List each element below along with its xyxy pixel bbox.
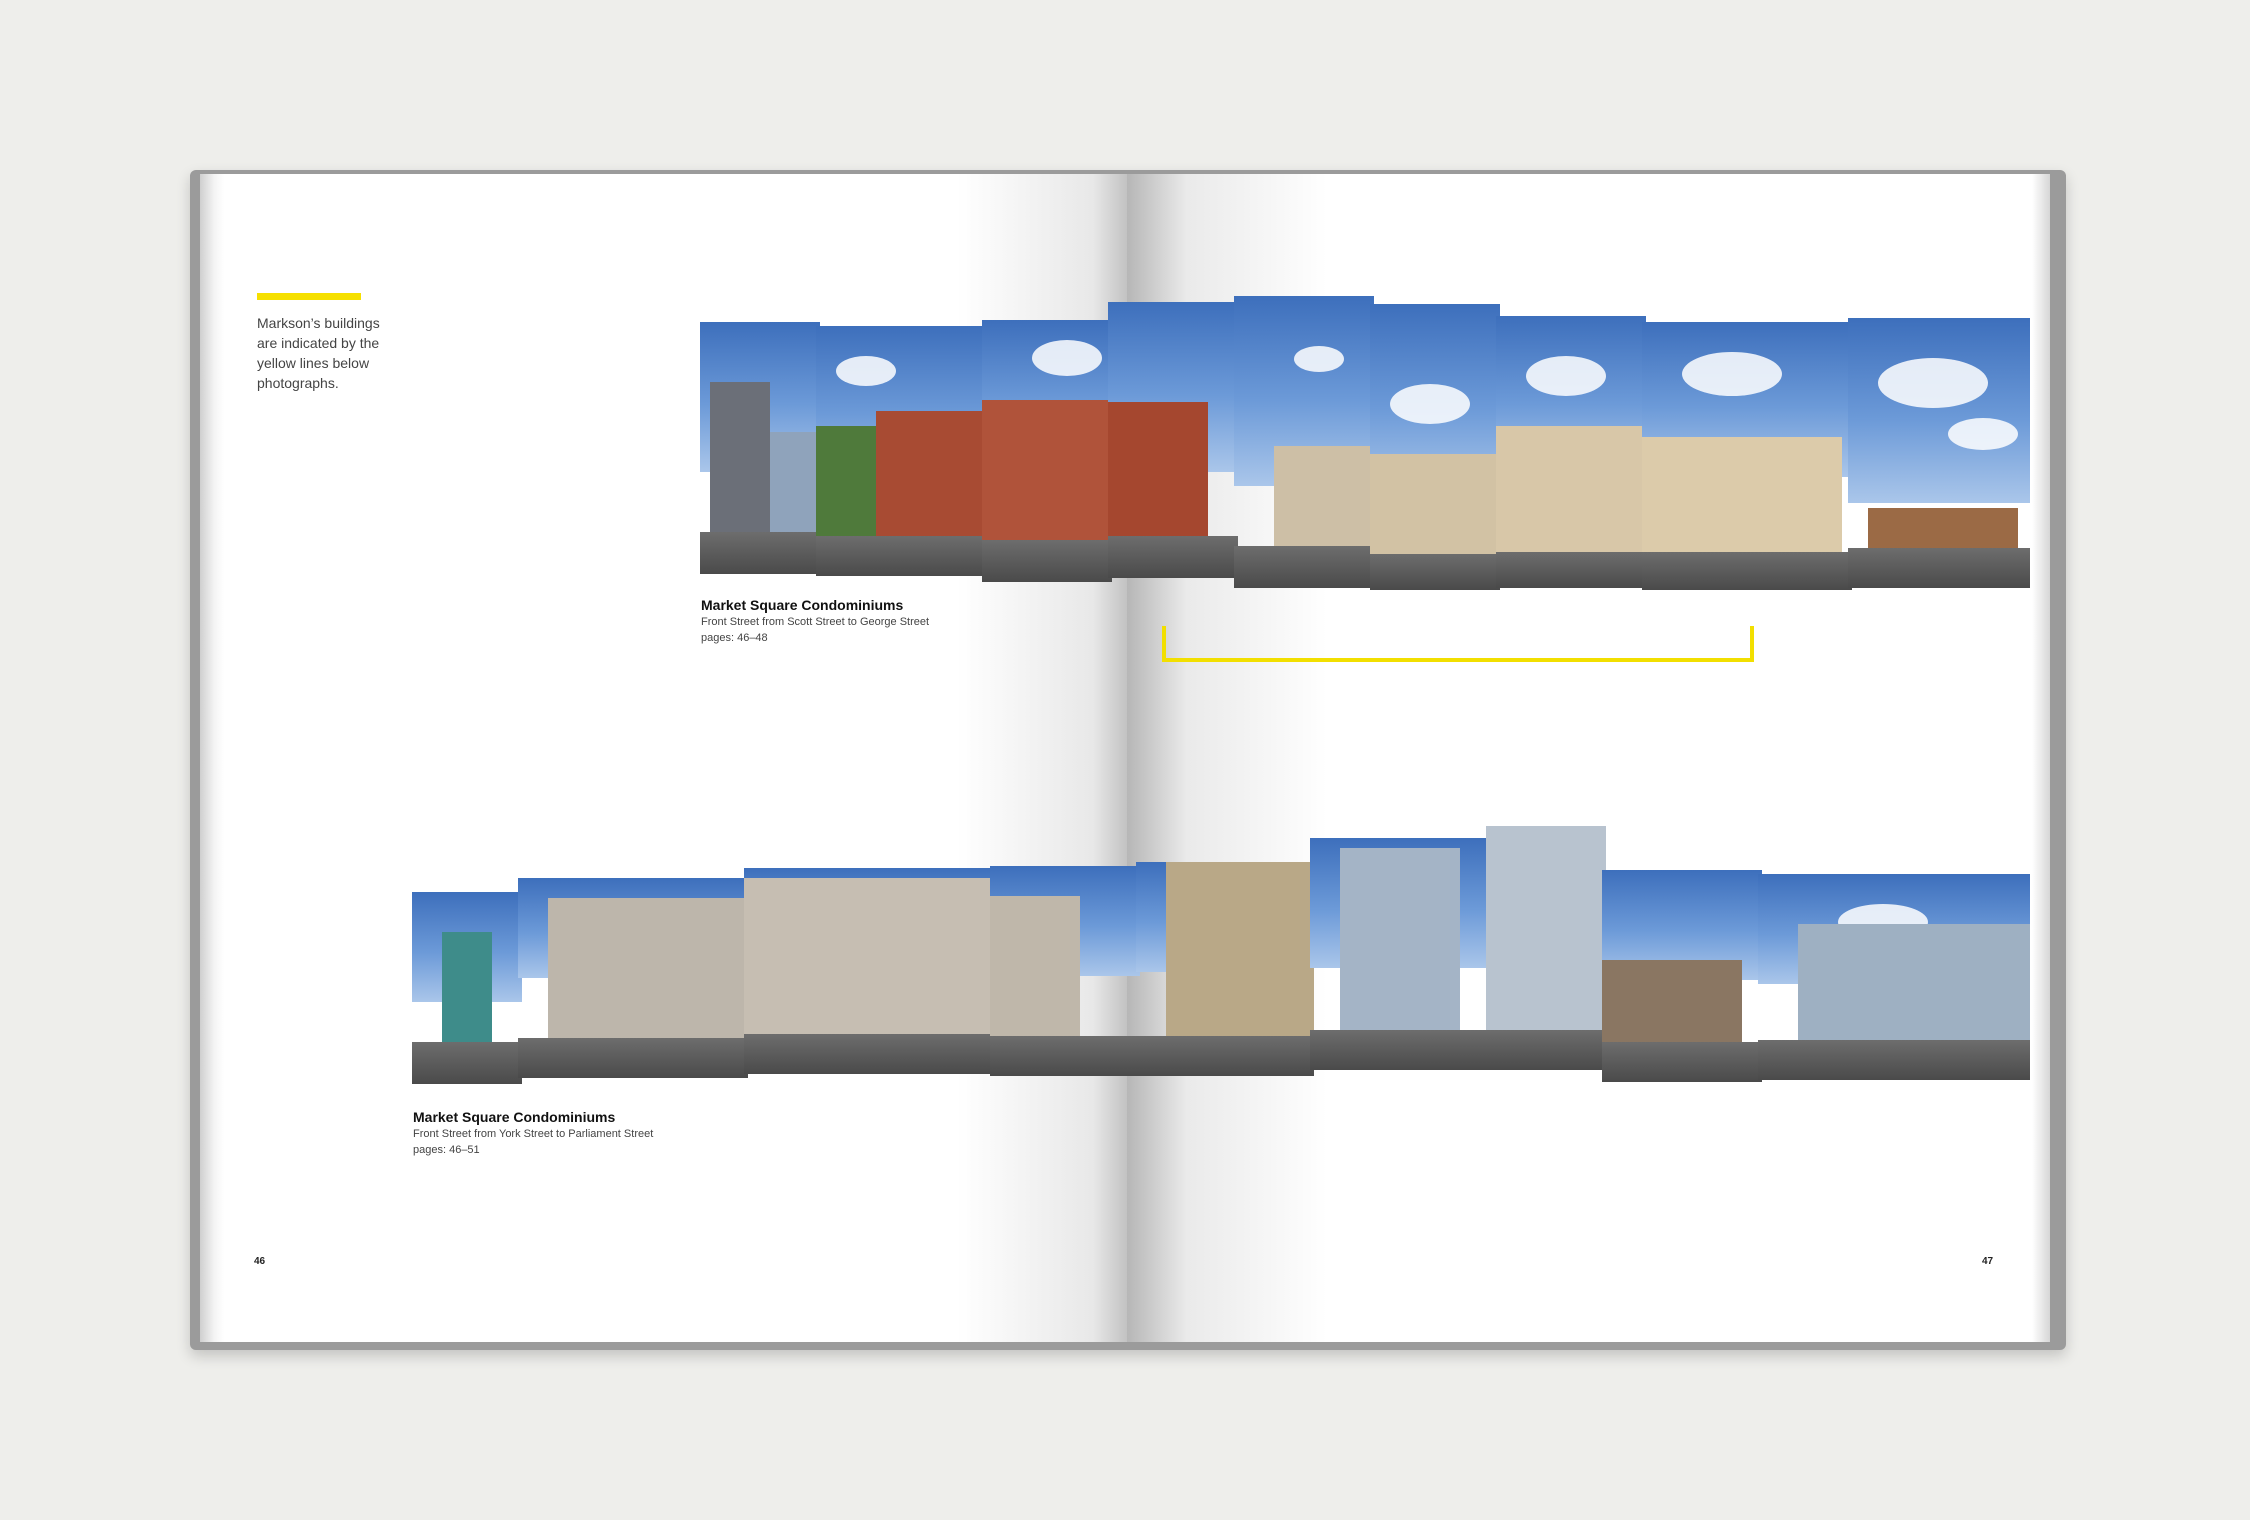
caption-pages: pages: 46–48 — [701, 632, 768, 644]
photo-tile — [1370, 304, 1500, 590]
photo-tile — [1310, 838, 1490, 1070]
intro-text: Markson’s buildings are indicated by the… — [257, 313, 417, 393]
panorama-photo-top — [700, 296, 2030, 592]
caption-title: Market Square Condominiums — [413, 1109, 616, 1125]
caption-bottom: Market Square Condominiums Front Street … — [413, 1108, 653, 1158]
photo-tile — [1234, 296, 1374, 588]
photo-tile — [982, 320, 1112, 582]
photo-tile — [1848, 318, 2030, 588]
caption-title: Market Square Condominiums — [701, 597, 904, 613]
page-number-left: 46 — [254, 1256, 266, 1267]
intro-line: photographs. — [257, 375, 339, 391]
photo-tile — [1496, 316, 1646, 588]
photo-tile — [700, 322, 820, 574]
caption-pages: pages: 46–51 — [413, 1144, 480, 1156]
intro-line: are indicated by the — [257, 335, 380, 351]
panorama-photo-bottom — [412, 826, 2030, 1088]
photo-tile — [1108, 302, 1238, 578]
caption-subtitle: Front Street from Scott Street to George… — [701, 616, 930, 628]
caption-subtitle: Front Street from York Street to Parliam… — [413, 1128, 654, 1140]
accent-rule — [257, 293, 361, 300]
markson-building-marker-top — [1162, 626, 1754, 662]
photo-tile — [1758, 874, 2030, 1080]
intro-line: yellow lines below — [257, 355, 370, 371]
photo-tile — [1486, 826, 1606, 1070]
page-number-right: 47 — [1982, 1256, 1994, 1267]
photo-tile — [412, 892, 522, 1084]
photo-tile — [1602, 870, 1762, 1082]
photo-tile — [990, 866, 1140, 1076]
photo-tile — [816, 326, 986, 576]
intro-line: Markson’s buildings — [257, 315, 380, 331]
caption-top: Market Square Condominiums Front Street … — [701, 596, 929, 646]
photo-tile — [1136, 862, 1314, 1076]
photo-tile — [744, 868, 994, 1074]
photo-tile — [518, 878, 748, 1078]
photo-tile — [1642, 322, 1852, 590]
